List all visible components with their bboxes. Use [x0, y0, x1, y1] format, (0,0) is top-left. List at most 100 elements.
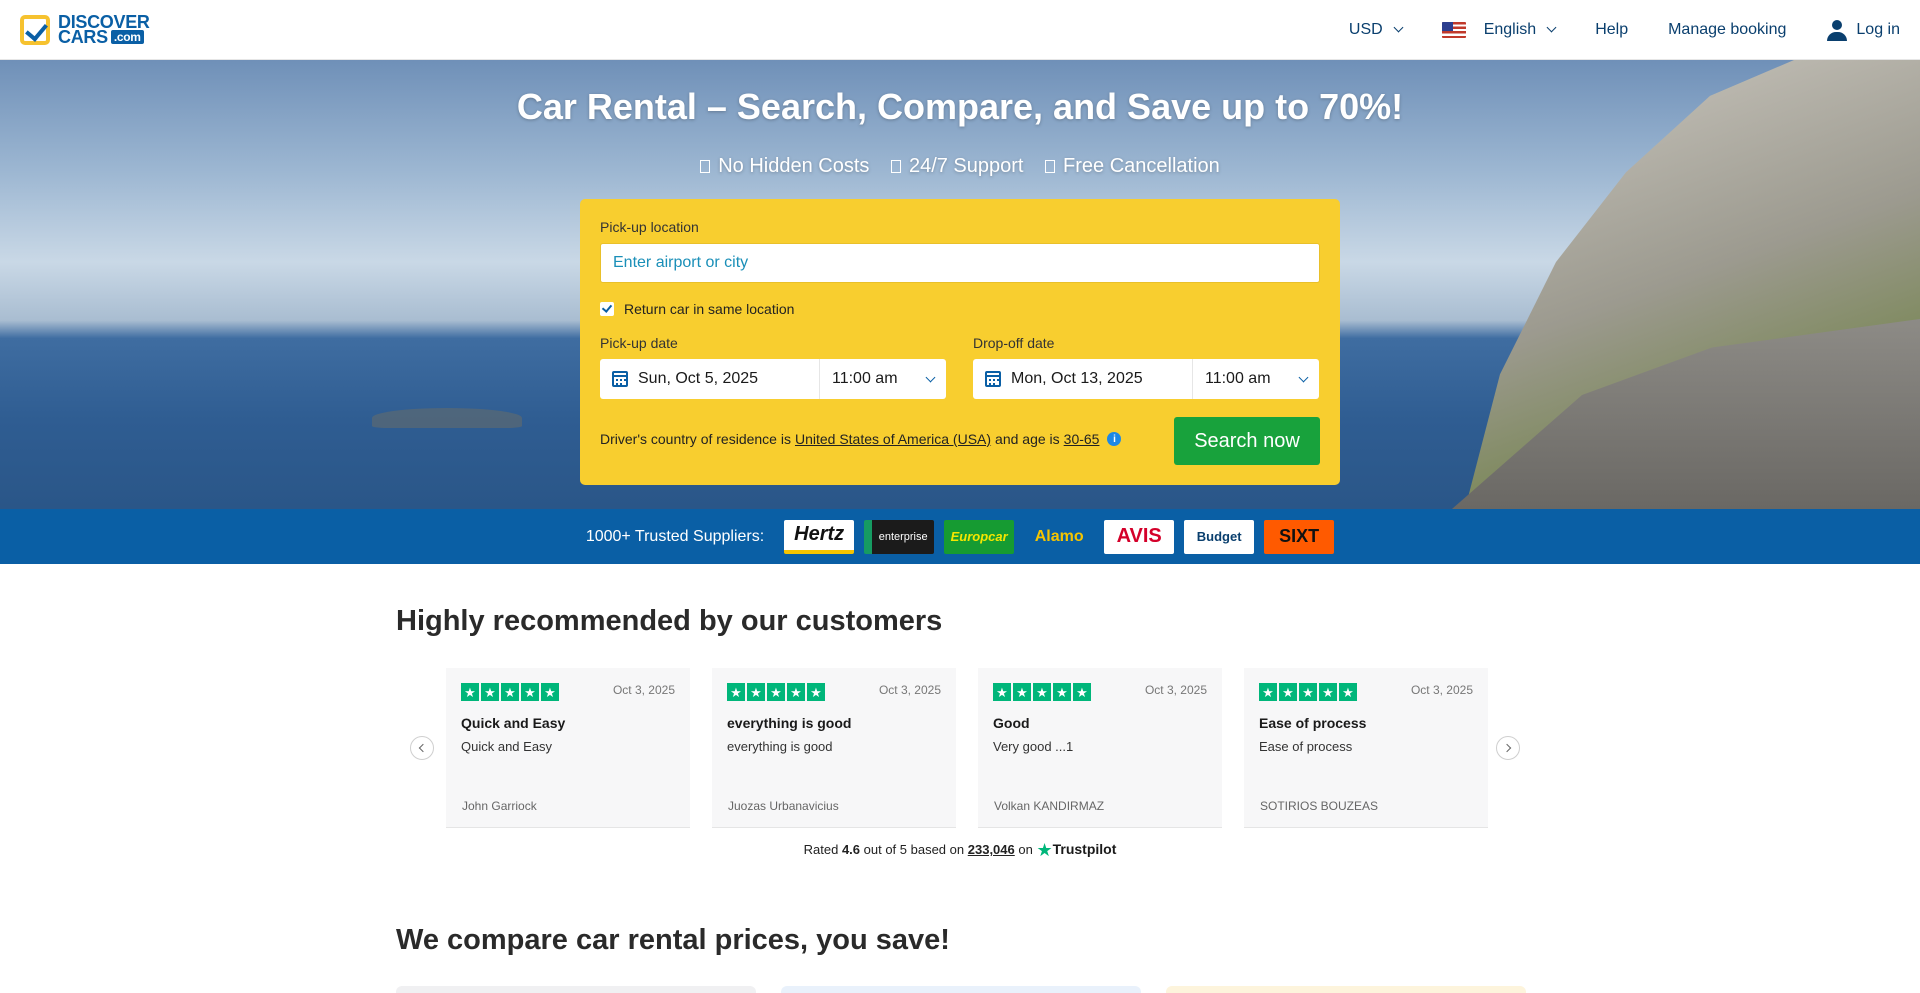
star-icon: ★ [993, 683, 1011, 701]
logo-check-icon [20, 14, 50, 45]
review-body: Quick and Easy [461, 739, 553, 754]
trustpilot-star-icon: ★ [1036, 840, 1053, 860]
driver-residence-info: Driver's country of residence is United … [600, 431, 1122, 447]
star-icon: ★ [747, 683, 765, 701]
same-location-label: Return car in same location [624, 301, 795, 317]
review-card[interactable]: ★ ★ ★ ★ ★ Oct 3, 2025 Quick and Easy Quick a… [446, 668, 690, 828]
review-author: John Garriock [462, 799, 537, 813]
star-icon: ★ [461, 683, 479, 701]
trustpilot-logo[interactable]: Trustpilot [1053, 841, 1117, 857]
pickup-date-label: Pick-up date [600, 335, 678, 351]
hertz-logo: Hertz [784, 519, 855, 554]
chevron-down-icon [1298, 372, 1309, 382]
same-location-toggle[interactable]: Return car in same location [600, 301, 1320, 317]
manage-booking-link[interactable]: Manage booking [1668, 21, 1786, 39]
star-icon: ★ [767, 683, 785, 701]
chevron-down-icon [925, 372, 936, 382]
suppliers-label: 1000+ Trusted Suppliers: [585, 527, 765, 545]
same-location-checkbox[interactable] [600, 302, 614, 316]
compare-card [1166, 986, 1526, 993]
pickup-date-picker[interactable]: Sun, Oct 5, 2025 [600, 359, 820, 399]
star-icon: ★ [501, 683, 519, 701]
sixt-logo: SIXT [1264, 519, 1335, 554]
avis-logo: AVIS [1104, 519, 1175, 554]
top-header: DISCOVER CARS .com USD English Help Mana… [0, 0, 1920, 60]
pickup-location-input[interactable]: Enter airport or city [600, 243, 1320, 283]
driver-age-link[interactable]: 30-65 [1064, 431, 1100, 447]
review-count-link[interactable]: 233,046 [968, 842, 1015, 857]
benefit-icon [1045, 160, 1056, 173]
dropoff-date-value: Mon, Oct 13, 2025 [1011, 370, 1143, 387]
review-date: Oct 3, 2025 [612, 683, 675, 697]
star-icon: ★ [521, 683, 539, 701]
user-icon [1826, 19, 1848, 41]
discovercars-logo[interactable]: DISCOVER CARS .com [20, 13, 150, 47]
hero-title: Car Rental – Search, Compare, and Save u… [516, 86, 1404, 127]
currency-selector[interactable]: USD [1348, 20, 1404, 39]
hero-island-image [372, 408, 522, 428]
residence-country-link[interactable]: United States of America (USA) [795, 431, 991, 447]
benefit-support: 24/7 Support [908, 155, 1024, 177]
review-card[interactable]: ★ ★ ★ ★ ★ Oct 3, 2025 everything is good eve… [712, 668, 956, 828]
carousel-prev-button[interactable] [410, 736, 434, 760]
login-label: Log in [1856, 20, 1900, 38]
star-icon: ★ [481, 683, 499, 701]
benefit-no-hidden-costs: No Hidden Costs [718, 155, 870, 177]
star-icon: ★ [541, 683, 559, 701]
language-selector[interactable]: English [1441, 20, 1557, 39]
compare-section-title: We compare car rental prices, you save! [396, 924, 950, 956]
review-author: SOTIRIOS BOUZEAS [1260, 799, 1379, 813]
dropoff-date-picker[interactable]: Mon, Oct 13, 2025 [973, 359, 1193, 399]
star-icon: ★ [1033, 683, 1051, 701]
review-title: everything is good [727, 715, 852, 731]
review-body: everything is good [727, 739, 833, 754]
review-title: Quick and Easy [461, 715, 566, 731]
dropoff-date-label: Drop-off date [973, 335, 1055, 351]
review-body: Very good ...1 [993, 739, 1074, 754]
chevron-down-icon [1393, 22, 1404, 33]
review-author: Volkan KANDIRMAZ [994, 799, 1105, 813]
review-card[interactable]: ★ ★ ★ ★ ★ Oct 3, 2025 Good Very good ...1 Vo… [978, 668, 1222, 828]
pickup-time-select[interactable]: 11:00 am [820, 370, 946, 388]
carousel-next-button[interactable] [1496, 736, 1520, 760]
compare-cards [396, 986, 1526, 993]
calendar-icon [612, 371, 628, 387]
star-icon: ★ [1073, 683, 1091, 701]
trustpilot-rating-summary: Rated 4.6 out of 5 based on 233,046 on ★… [803, 840, 1117, 860]
compare-card [781, 986, 1141, 993]
star-icon: ★ [727, 683, 745, 701]
info-icon[interactable]: i [1107, 432, 1122, 446]
review-title: Good [993, 715, 1030, 731]
enterprise-logo: enterprise [864, 519, 935, 554]
date-row: Pick-up date Sun, Oct 5, 2025 11:00 am D… [600, 335, 1320, 399]
help-link[interactable]: Help [1595, 21, 1628, 39]
alamo-logo: Alamo [1024, 519, 1095, 554]
suppliers-strip: 1000+ Trusted Suppliers: Hertz enterpris… [0, 509, 1920, 564]
star-icon: ★ [1259, 683, 1277, 701]
header-nav: USD English Help Manage booking Log in [1349, 19, 1900, 41]
logo-line2: CARS [58, 26, 108, 47]
chevron-right-icon [1502, 743, 1512, 753]
review-card[interactable]: ★ ★ ★ ★ ★ Oct 3, 2025 Ease of process Ease o… [1244, 668, 1488, 828]
review-date: Oct 3, 2025 [1144, 683, 1207, 697]
calendar-icon [985, 371, 1001, 387]
language-label: English [1483, 20, 1537, 38]
rating-score: 4.6 [841, 842, 861, 857]
dropoff-date-field: Mon, Oct 13, 2025 11:00 am [973, 359, 1319, 399]
star-icon: ★ [807, 683, 825, 701]
pickup-time-value: 11:00 am [832, 370, 898, 387]
star-icon: ★ [1319, 683, 1337, 701]
star-icon: ★ [1053, 683, 1071, 701]
login-button[interactable]: Log in [1826, 19, 1900, 41]
hero-benefits: No Hidden Costs 24/7 Support Free Cancel… [0, 155, 1920, 178]
dropoff-time-value: 11:00 am [1205, 370, 1271, 387]
review-title: Ease of process [1259, 715, 1367, 731]
star-icon: ★ [1299, 683, 1317, 701]
us-flag-icon [1441, 21, 1466, 38]
search-now-button[interactable]: Search now [1174, 417, 1320, 465]
review-author: Juozas Urbanavicius [728, 799, 839, 813]
reviews-section-title: Highly recommended by our customers [396, 605, 943, 637]
currency-label: USD [1348, 20, 1383, 38]
dropoff-time-select[interactable]: 11:00 am [1193, 370, 1319, 388]
review-body: Ease of process [1259, 739, 1353, 754]
